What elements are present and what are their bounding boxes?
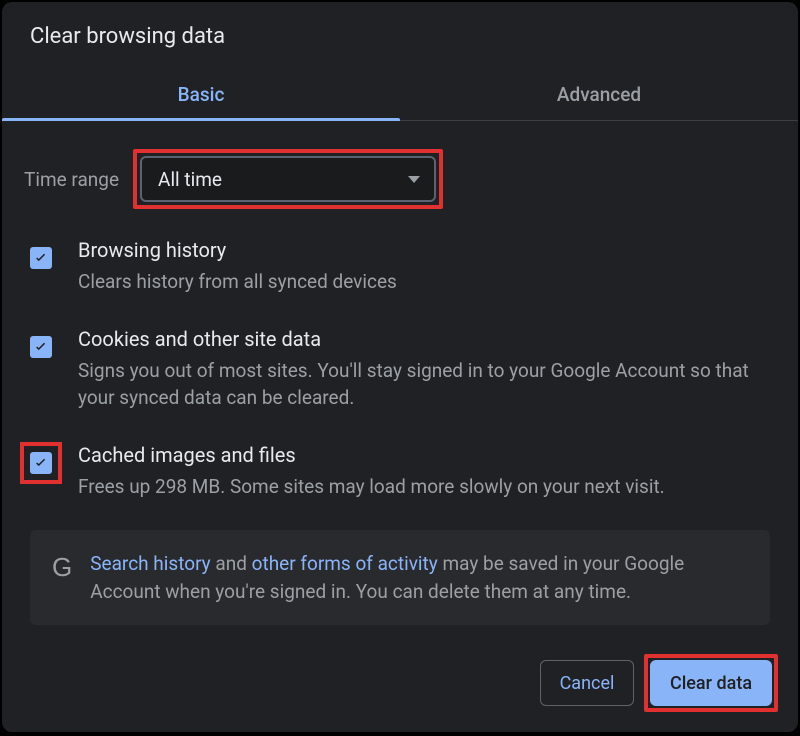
google-account-info: G Search history and other forms of acti… bbox=[30, 530, 770, 625]
dialog-title: Clear browsing data bbox=[2, 2, 798, 67]
info-text: Search history and other forms of activi… bbox=[90, 550, 748, 605]
option-desc: Clears history from all synced devices bbox=[78, 268, 770, 296]
tab-advanced[interactable]: Advanced bbox=[400, 67, 798, 120]
annotation-time-range: All time bbox=[133, 149, 443, 209]
tabs: Basic Advanced bbox=[2, 67, 798, 121]
option-desc: Frees up 298 MB. Some sites may load mor… bbox=[78, 473, 770, 501]
time-range-row: Time range All time bbox=[30, 141, 770, 209]
time-range-select[interactable]: All time bbox=[140, 156, 436, 202]
clear-data-button[interactable]: Clear data bbox=[650, 660, 772, 706]
cancel-button[interactable]: Cancel bbox=[540, 660, 634, 706]
tab-basic[interactable]: Basic bbox=[2, 67, 400, 120]
time-range-value: All time bbox=[158, 168, 222, 191]
clear-browsing-data-dialog: Clear browsing data Basic Advanced Time … bbox=[2, 2, 798, 732]
option-cookies: Cookies and other site data Signs you ou… bbox=[30, 326, 770, 412]
checkbox-cookies[interactable] bbox=[30, 336, 52, 358]
check-icon bbox=[32, 249, 50, 267]
dialog-footer: Cancel Clear data bbox=[540, 654, 778, 712]
option-title: Cookies and other site data bbox=[78, 326, 770, 353]
option-browsing-history: Browsing history Clears history from all… bbox=[30, 237, 770, 296]
checkbox-browsing-history[interactable] bbox=[30, 247, 52, 269]
check-icon bbox=[32, 454, 50, 472]
checkbox-cached[interactable] bbox=[30, 452, 52, 474]
time-range-label: Time range bbox=[24, 168, 119, 191]
google-icon: G bbox=[52, 550, 72, 580]
option-title: Cached images and files bbox=[78, 442, 770, 469]
chevron-down-icon bbox=[408, 176, 420, 183]
dialog-content: Time range All time Browsing history Cle… bbox=[2, 121, 798, 625]
annotation-clear-button: Clear data bbox=[644, 654, 778, 712]
other-activity-link[interactable]: other forms of activity bbox=[252, 552, 438, 575]
check-icon bbox=[32, 338, 50, 356]
annotation-cached-checkbox bbox=[20, 442, 62, 484]
option-cached: Cached images and files Frees up 298 MB.… bbox=[30, 442, 770, 501]
search-history-link[interactable]: Search history bbox=[90, 552, 210, 575]
option-title: Browsing history bbox=[78, 237, 770, 264]
option-desc: Signs you out of most sites. You'll stay… bbox=[78, 357, 770, 412]
